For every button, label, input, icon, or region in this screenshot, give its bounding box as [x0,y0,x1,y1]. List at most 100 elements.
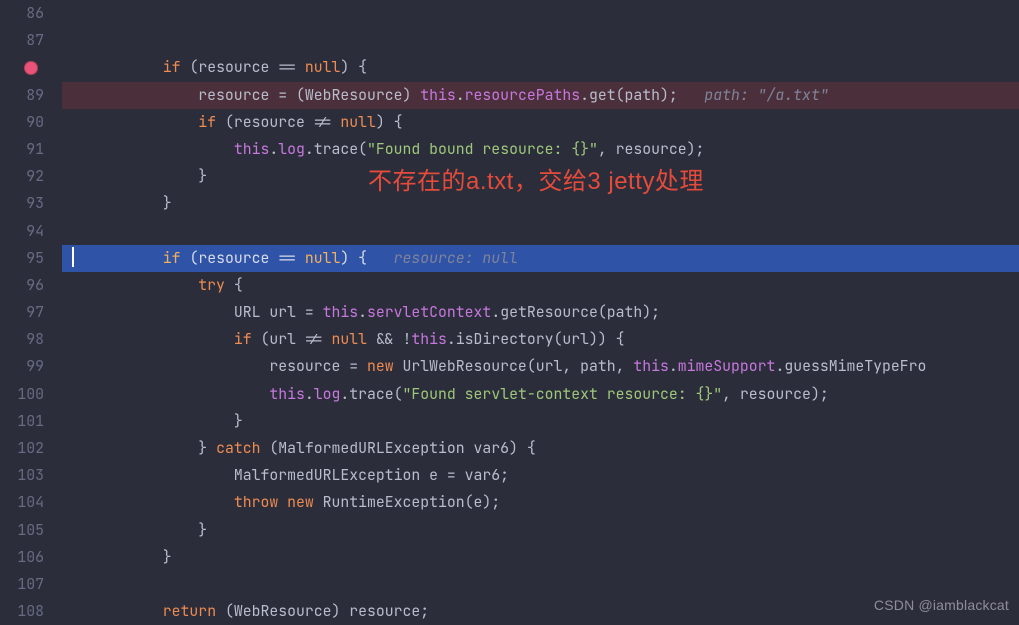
code-line[interactable]: try { [74,272,1019,299]
keyword-if: if [163,58,181,77]
indent [74,330,234,349]
code-text: UrlWebResource(url, path, [394,357,634,376]
line-number[interactable]: 95 [0,245,44,272]
code-line[interactable]: if (resource != null) { [74,109,1019,136]
code-line[interactable]: } catch (MalformedURLException var6) { [74,435,1019,462]
line-number[interactable]: 105 [0,517,44,544]
code-text: } [198,167,207,186]
code-text: (resource == [181,249,305,268]
keyword-null: null [305,58,341,77]
keyword-throw: throw [234,493,278,512]
keyword-this: this [234,140,270,159]
indent [74,548,163,567]
code-line[interactable]: if (url != null && !this.isDirectory(url… [74,326,1019,353]
line-number[interactable]: 89 [0,82,44,109]
code-line[interactable]: if (resource == null) { [74,54,1019,81]
line-number[interactable]: 87 [0,27,44,54]
code-line[interactable]: this.log.trace("Found servlet-context re… [74,381,1019,408]
line-number-current[interactable]: 94 [0,218,44,245]
code-text: .guessMimeTypeFro [775,357,926,376]
indent [74,194,163,213]
line-number[interactable]: 101 [0,408,44,435]
code-line[interactable]: } [74,163,1019,190]
line-number[interactable]: 86 [0,0,44,27]
inline-hint: resource: null [367,249,518,268]
code-text: , resource); [598,140,705,159]
code-line[interactable]: throw new RuntimeException(e); [74,489,1019,516]
code-line[interactable] [74,571,1019,598]
line-number[interactable]: 102 [0,435,44,462]
code-line[interactable]: } [74,408,1019,435]
indent [74,303,234,322]
property: log [278,140,305,159]
keyword-try: try [198,276,225,295]
code-line[interactable]: return (WebResource) resource; [74,598,1019,625]
indent [74,249,163,268]
property: log [314,385,341,404]
code-text: (WebResource) resource; [216,602,429,621]
code-text: } [198,521,207,540]
code-editor[interactable]: 86 87 88 89 90 91 92 93 94 95 96 97 98 9… [0,0,1019,625]
code-line[interactable]: } [74,517,1019,544]
string-literal: "Found bound resource: {}" [367,140,598,159]
inline-hint: path: "/a.txt" [678,86,829,105]
keyword-null: null [331,330,367,349]
indent [74,385,269,404]
code-line[interactable]: this.log.trace("Found bound resource: {}… [74,136,1019,163]
code-text: resource = [269,357,367,376]
code-text: { [225,276,243,295]
line-number-breakpoint[interactable]: 88 [0,54,44,81]
code-line-breakpoint[interactable]: resource = (WebResource) this.resourcePa… [62,82,1019,109]
code-text: , resource); [722,385,829,404]
indent [74,439,198,458]
indent [74,412,234,431]
code-text: RuntimeException(e); [314,493,500,512]
property: resourcePaths [465,86,580,105]
code-line[interactable]: URL url = this.servletContext.getResourc… [74,299,1019,326]
code-line-current[interactable]: if (resource == null) { resource: null [62,245,1019,272]
keyword-null: null [340,113,376,132]
line-number[interactable]: 90 [0,109,44,136]
code-area[interactable]: if (resource == null) { resource = (WebR… [62,0,1019,625]
code-line[interactable]: resource = new UrlWebResource(url, path,… [74,353,1019,380]
code-text: (MalformedURLException var6) { [260,439,535,458]
code-line[interactable] [74,218,1019,245]
string-literal: "Found servlet-context resource: {}" [403,385,723,404]
indent [74,357,269,376]
code-line[interactable]: } [74,544,1019,571]
indent [74,113,198,132]
code-text: (url != [252,330,332,349]
code-text: MalformedURLException e = var6; [234,466,509,485]
line-number[interactable]: 106 [0,544,44,571]
code-text: . [669,357,678,376]
line-number[interactable]: 96 [0,272,44,299]
line-number[interactable]: 91 [0,136,44,163]
keyword-null: null [305,249,341,268]
code-line[interactable] [74,27,1019,54]
code-text: } [163,548,172,567]
line-number[interactable]: 92 [0,163,44,190]
keyword-if: if [234,330,252,349]
line-number[interactable]: 93 [0,190,44,217]
line-number[interactable]: 99 [0,353,44,380]
keyword-if: if [163,249,181,268]
code-line[interactable]: MalformedURLException e = var6; [74,462,1019,489]
line-number[interactable]: 108 [0,598,44,625]
code-line[interactable]: } [74,190,1019,217]
breakpoint-icon[interactable] [24,61,38,75]
keyword-this: this [323,303,359,322]
line-number[interactable]: 103 [0,462,44,489]
line-number[interactable]: 107 [0,571,44,598]
property: mimeSupport [678,357,776,376]
line-number[interactable]: 104 [0,489,44,516]
code-text: .getResource(path); [491,303,660,322]
line-number-gutter[interactable]: 86 87 88 89 90 91 92 93 94 95 96 97 98 9… [0,0,62,625]
keyword-catch: catch [216,439,260,458]
code-text: } [198,439,216,458]
line-number[interactable]: 97 [0,299,44,326]
line-number[interactable]: 98 [0,326,44,353]
line-number[interactable]: 100 [0,381,44,408]
keyword-this: this [420,86,456,105]
indent [74,86,198,105]
code-text: } [163,194,172,213]
